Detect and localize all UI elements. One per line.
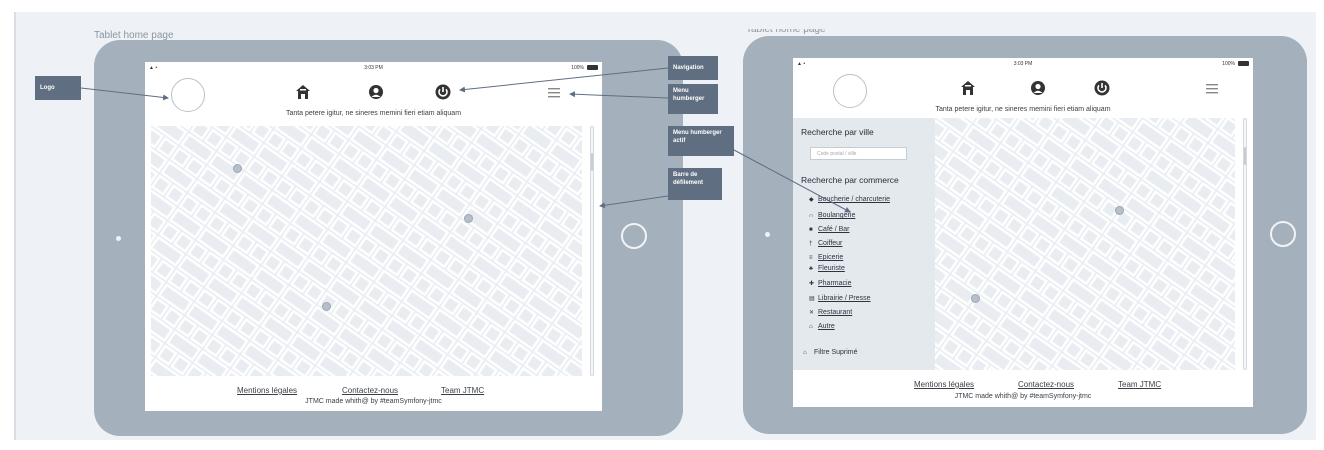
user-icon[interactable] <box>367 83 385 101</box>
category-label: Pharmacie <box>818 280 852 287</box>
meat-icon: ◆ <box>809 197 814 203</box>
footer-link-team[interactable]: Team JTMC <box>441 386 484 395</box>
grocery-icon: ≡ <box>809 255 813 261</box>
restaurant-icon: ✕ <box>809 310 815 316</box>
logo[interactable] <box>833 74 867 108</box>
category-item[interactable]: ♣ Fleuriste <box>809 265 845 272</box>
footer-link-contact[interactable]: Contactez-nous <box>1018 380 1074 389</box>
category-item[interactable]: ✚ Pharmacie <box>809 280 851 287</box>
battery-label: 100% <box>1222 61 1235 67</box>
user-icon[interactable] <box>1029 79 1047 97</box>
annotation-logo: Logo <box>35 76 81 100</box>
category-label: Café / Bar <box>818 226 850 233</box>
footer-link-legal[interactable]: Mentions légales <box>914 380 974 389</box>
category-item[interactable]: ≡ Epicerie <box>809 254 843 261</box>
category-label: Boucherie / charcuterie <box>818 196 890 203</box>
category-item[interactable]: ■ Café / Bar <box>809 226 850 233</box>
category-label: Boulangerie <box>818 212 856 219</box>
book-icon: ▤ <box>809 296 815 302</box>
map-marker[interactable] <box>464 214 473 223</box>
reset-filter-button[interactable]: ⌂ Filtre Suprimé <box>803 349 858 356</box>
category-item[interactable]: ◆ Boucherie / charcuterie <box>809 196 890 203</box>
status-bar: ▲ • 3:03 PM 100% <box>793 58 1253 70</box>
map-streets <box>935 118 1235 370</box>
category-label: Coiffeur <box>818 240 843 247</box>
scrollbar[interactable] <box>590 126 594 376</box>
pharmacy-icon: ✚ <box>809 281 815 287</box>
filter-side-panel: Recherche par ville Code postal / ville … <box>793 118 935 370</box>
annotation-menu-hamburger: Menu humberger <box>668 84 718 114</box>
scrollbar-thumb[interactable] <box>1244 147 1246 165</box>
trash-icon: ⌂ <box>803 350 807 356</box>
status-bar: ▲ • 3:03 PM 100% <box>145 62 602 74</box>
category-label: Librairie / Presse <box>818 295 871 302</box>
footer-link-team[interactable]: Team JTMC <box>1118 380 1161 389</box>
tablet-camera <box>765 232 770 237</box>
coffee-icon: ■ <box>809 227 813 233</box>
annotation-menu-hamburger-active: Menu humberger actif <box>668 126 734 156</box>
map-marker[interactable] <box>233 164 242 173</box>
city-search-heading: Recherche par ville <box>801 127 874 137</box>
category-label: Autre <box>818 323 835 330</box>
reset-filter-label: Filtre Suprimé <box>813 349 858 356</box>
scrollbar[interactable] <box>1243 118 1247 370</box>
map-marker[interactable] <box>971 294 980 303</box>
footer-link-legal[interactable]: Mentions légales <box>237 386 297 395</box>
tablet-right: ▲ • 3:03 PM 100% Tanta petere igitur, ne… <box>743 36 1307 434</box>
tablet-home-button <box>621 223 647 249</box>
city-search-input[interactable]: Code postal / ville <box>810 147 907 160</box>
tablet-screen-left: ▲ • 3:03 PM 100% Tanta petere igitur, ne… <box>145 62 602 411</box>
tablet-home-button <box>1270 221 1296 247</box>
category-item[interactable]: † Coiffeur <box>809 240 842 247</box>
category-label: Restaurant <box>818 309 853 316</box>
category-item[interactable]: ✕ Restaurant <box>809 309 852 316</box>
category-item[interactable]: ∩ Boulangerie <box>809 212 855 219</box>
status-time: 3:03 PM <box>1013 61 1033 67</box>
scrollbar-thumb[interactable] <box>591 153 593 171</box>
footer-credit: JTMC made whith@ by #teamSymfony-jtmc <box>954 393 1092 400</box>
commerce-search-heading: Recherche par commerce <box>801 175 899 185</box>
scissors-icon: † <box>809 241 813 247</box>
footer-credit: JTMC made whith@ by #teamSymfony-jtmc <box>305 398 442 405</box>
map[interactable] <box>935 118 1235 370</box>
status-time: 3:03 PM <box>364 65 383 71</box>
category-item[interactable]: ▤ Librairie / Presse <box>809 295 871 302</box>
tablet-left: ▲ • 3:03 PM 100% Tanta petere igitur, ne… <box>94 40 683 436</box>
tablet-screen-right: ▲ • 3:03 PM 100% Tanta petere igitur, ne… <box>793 58 1253 407</box>
power-icon[interactable] <box>1093 79 1111 97</box>
battery-icon <box>1238 61 1249 66</box>
tablet-camera <box>116 236 121 241</box>
tagline: Tanta petere igitur, ne sineres memini f… <box>285 110 462 117</box>
map-streets <box>151 126 582 376</box>
bread-icon: ∩ <box>809 213 814 219</box>
category-label: Epicerie <box>818 254 844 261</box>
home-icon[interactable] <box>294 83 312 101</box>
other-icon: ⌂ <box>809 324 813 330</box>
map[interactable] <box>151 126 582 376</box>
category-item[interactable]: ⌂ Autre <box>809 323 835 330</box>
battery-icon <box>587 65 598 70</box>
home-icon[interactable] <box>959 79 977 97</box>
tagline: Tanta petere igitur, ne sineres memini f… <box>935 106 1111 113</box>
battery-label: 100% <box>571 65 584 71</box>
annotation-scrollbar: Barre de défilement <box>668 168 722 200</box>
footer-link-contact[interactable]: Contactez-nous <box>342 386 398 395</box>
power-icon[interactable] <box>434 83 452 101</box>
map-marker[interactable] <box>1115 206 1124 215</box>
hamburger-menu-icon[interactable] <box>548 88 560 98</box>
category-label: Fleuriste <box>818 265 845 272</box>
flower-icon: ♣ <box>809 266 813 272</box>
map-marker[interactable] <box>322 302 331 311</box>
logo[interactable] <box>171 78 205 112</box>
annotation-navigation: Navigation <box>668 56 718 80</box>
hamburger-menu-icon[interactable] <box>1206 84 1218 94</box>
